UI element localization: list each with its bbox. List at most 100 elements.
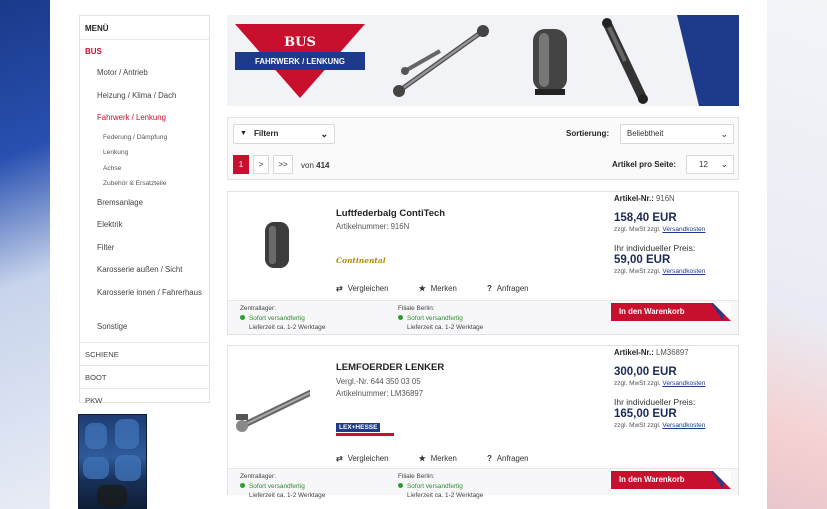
last-page-button[interactable]: >> [273, 155, 293, 174]
sidebar-item-elektrik[interactable]: Elektrik [80, 214, 209, 237]
sidebar-item-bremsanlage[interactable]: Bremsanlage [80, 192, 209, 215]
sidebar-item-karosserie-aussen[interactable]: Karosserie außen / Sicht [80, 259, 209, 282]
brand-name: Continental [336, 256, 386, 265]
stock-status: Sofort versandfertig [407, 482, 463, 490]
product-image[interactable] [248, 218, 328, 298]
background-left [0, 0, 55, 509]
article-number-label: Artikel-Nr.: [614, 348, 654, 357]
sidebar-item-fahrwerk[interactable]: Fahrwerk / Lenkung [80, 107, 209, 130]
status-dot-icon [240, 314, 245, 320]
sort-select[interactable]: Beliebtheit ⌄ [620, 124, 734, 144]
add-to-cart-label: In den Warenkorb [619, 307, 685, 316]
star-icon: ★ [418, 284, 426, 293]
sidebar-subitem-lenkung[interactable]: Lenkung [80, 145, 209, 161]
sidebar-section-bus[interactable]: BUS [80, 40, 209, 62]
product-actions: ⇄ Vergleichen ★ Merken ? Anfragen [336, 284, 557, 293]
article-number-value: 916N [656, 194, 675, 203]
add-to-cart-button[interactable]: In den Warenkorb [611, 303, 731, 321]
delivery-time: Lieferzeit ca. 1-2 Werktage [407, 324, 484, 331]
remember-action[interactable]: ★ Merken [419, 454, 471, 463]
sidebar-subitem-federung[interactable]: Federung / Dämpfung [80, 130, 209, 146]
add-to-cart-label: In den Warenkorb [619, 475, 685, 484]
remember-label: Merken [430, 454, 457, 463]
sidebar-item-sonstige[interactable]: Sonstige [80, 316, 209, 339]
page-total: 414 [316, 161, 330, 170]
compare-icon: ⇄ [336, 454, 343, 463]
per-page-value: 12 [699, 160, 708, 169]
price-column: Artikel-Nr.: 916N 158,40 EUR zzgl. MwSt … [614, 194, 734, 275]
stock-status: Sofort versandfertig [249, 482, 305, 490]
question-icon: ? [486, 454, 492, 463]
sidebar-item-motor[interactable]: Motor / Antrieb [80, 62, 209, 85]
delivery-time: Lieferzeit ca. 1-2 Werktage [407, 492, 484, 499]
status-dot-icon [240, 482, 245, 488]
compare-action[interactable]: ⇄ Vergleichen [336, 284, 402, 293]
sort-value: Beliebtheit [627, 129, 664, 138]
chevron-down-icon: ⌄ [720, 159, 728, 169]
shock-absorber-image [602, 18, 648, 104]
shipping-link[interactable]: Versandkosten [662, 226, 705, 233]
vat-note: zzgl. MwSt zzgl. Versandkosten [614, 380, 734, 387]
per-page-select[interactable]: 12 ⌄ [686, 155, 734, 174]
shipping-link[interactable]: Versandkosten [662, 422, 705, 429]
sidebar-category-boot[interactable]: BOOT [80, 365, 209, 388]
remember-action[interactable]: ★ Merken [419, 284, 471, 293]
status-dot-icon [398, 482, 403, 488]
stock-footer: Zentrallager: Sofort versandfertig Liefe… [228, 300, 738, 334]
stock-central: Zentrallager: Sofort versandfertig Liefe… [240, 472, 325, 501]
price-column: Artikel-Nr.: LM36897 300,00 EUR zzgl. Mw… [614, 348, 734, 429]
add-to-cart-button[interactable]: In den Warenkorb [611, 471, 731, 489]
sort-label: Sortierung: [566, 129, 610, 138]
background-right [767, 0, 827, 509]
vat-note: zzgl. MwSt zzgl. Versandkosten [614, 226, 734, 233]
store-name: Zentrallager: [240, 305, 276, 312]
product-name[interactable]: LEMFOERDER LENKER [336, 362, 444, 373]
compare-action[interactable]: ⇄ Vergleichen [336, 454, 402, 463]
sidebar-promo-image[interactable] [78, 414, 147, 509]
filter-button[interactable]: ▼ Filtern ⌄ [233, 124, 335, 144]
vat-note: zzgl. MwSt zzgl. Versandkosten [614, 422, 734, 429]
store-name: Filiale Berlin: [398, 473, 435, 480]
vat-text: zzgl. MwSt zzgl. [614, 422, 661, 429]
product-price: 158,40 EUR [614, 212, 677, 224]
chevron-down-icon: ⌄ [720, 129, 728, 139]
vat-text: zzgl. MwSt zzgl. [614, 268, 661, 275]
chevron-down-icon: ⌄ [320, 129, 328, 139]
sidebar-item-karosserie-innen[interactable]: Karosserie innen / Fahrerhaus [80, 282, 209, 316]
sidebar-item-heizung[interactable]: Heizung / Klima / Dach [80, 85, 209, 108]
category-banner: BUS FAHRWERK / LENKUNG [227, 15, 739, 106]
individual-price-label: Ihr individueller Preis: [614, 397, 696, 407]
compare-label: Vergleichen [347, 454, 389, 463]
delivery-time: Lieferzeit ca. 1-2 Werktage [249, 492, 326, 499]
sidebar-subitem-zubehoer[interactable]: Zubehör & Ersatzteile [80, 176, 209, 192]
sidebar-category-pkw[interactable]: PKW [80, 388, 209, 411]
product-image[interactable] [230, 374, 310, 454]
inquire-action[interactable]: ? Anfragen [487, 284, 543, 293]
shipping-link[interactable]: Versandkosten [662, 380, 705, 387]
individual-price-label: Ihr individueller Preis: [614, 243, 696, 253]
inquire-label: Anfragen [496, 454, 529, 463]
vat-text: zzgl. MwSt zzgl. [614, 226, 661, 233]
sidebar-category-schiene[interactable]: SCHIENE [80, 342, 209, 365]
menu-title: MENÜ [80, 16, 209, 40]
vat-note: zzgl. MwSt zzgl. Versandkosten [614, 268, 734, 275]
compare-label: Vergleichen [347, 284, 389, 293]
stock-status: Sofort versandfertig [407, 314, 463, 322]
inquire-action[interactable]: ? Anfragen [487, 454, 543, 463]
shipping-link[interactable]: Versandkosten [662, 268, 705, 275]
sidebar-subitem-achse[interactable]: Achse [80, 161, 209, 177]
remember-label: Merken [430, 284, 457, 293]
banner-title: BUS [284, 35, 316, 50]
page-1-button[interactable]: 1 [233, 155, 249, 174]
product-card: LEMFOERDER LENKER Vergl.-Nr. 644 350 03 … [227, 345, 739, 499]
page-count: von 414 [301, 161, 330, 170]
sidebar-item-filter[interactable]: Filter [80, 237, 209, 260]
compare-icon: ⇄ [336, 284, 343, 293]
stock-footer: Zentrallager: Sofort versandfertig Liefe… [228, 468, 738, 499]
product-name[interactable]: Luftfederbalg ContiTech [336, 208, 445, 219]
store-name: Zentrallager: [240, 473, 276, 480]
inquire-label: Anfragen [496, 284, 529, 293]
per-page-label: Artikel pro Seite: [612, 160, 677, 169]
store-name: Filiale Berlin: [398, 305, 435, 312]
next-page-button[interactable]: > [253, 155, 269, 174]
